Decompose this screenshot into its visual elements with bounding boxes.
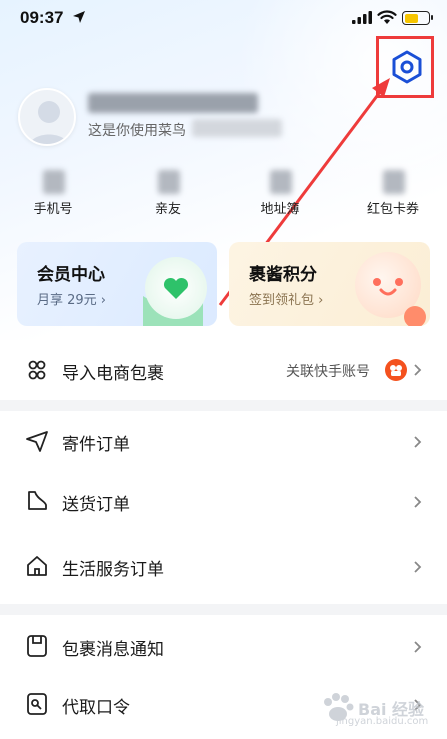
- points-card[interactable]: 裹酱积分 签到领礼包 ›: [229, 242, 430, 326]
- import-ecommerce-row[interactable]: 导入电商包裹 关联快手账号: [0, 340, 447, 400]
- quick-action-label: 地址簿: [260, 202, 300, 217]
- battery-level: [404, 13, 419, 23]
- message-box-icon: [27, 635, 47, 657]
- blurred-icon: [383, 170, 405, 194]
- vip-center-card[interactable]: 会员中心 月享 29元 ›: [17, 242, 217, 326]
- cellular-signal-icon: [352, 11, 372, 24]
- blurred-icon: [270, 170, 292, 194]
- points-card-title: 裹酱积分: [249, 265, 317, 285]
- chevron-right-icon: [414, 436, 422, 448]
- quick-action-label: 手机号: [33, 202, 73, 217]
- import-label: 导入电商包裹: [62, 364, 164, 384]
- quick-action-label: 亲友: [154, 202, 181, 217]
- list-item-delivery-orders[interactable]: 送货订单: [0, 471, 447, 531]
- boot-icon: [28, 491, 47, 510]
- paper-plane-icon: [26, 431, 48, 452]
- baidu-watermark: Bai 经验 jingyan.baidu.com: [318, 690, 438, 730]
- avatar[interactable]: [18, 88, 76, 146]
- list-item-label: 生活服务订单: [62, 560, 164, 580]
- heart-icon: [145, 257, 207, 319]
- list-item-life-service-orders[interactable]: 生活服务订单: [0, 536, 447, 596]
- list-item-label: 包裹消息通知: [62, 640, 164, 660]
- status-time: 09:37: [20, 8, 64, 27]
- link-kuaishou-text: 关联快手账号: [286, 364, 370, 380]
- settings-gear-icon[interactable]: [390, 50, 424, 84]
- quick-action-phone[interactable]: 手机号: [3, 168, 103, 218]
- profile-subtitle: 这是你使用菜鸟: [88, 123, 186, 139]
- vip-card-title: 会员中心: [37, 265, 105, 285]
- quick-action-label: 红包卡券: [366, 202, 419, 217]
- wifi-icon: [377, 10, 397, 24]
- quick-action-address-book[interactable]: 地址簿: [230, 168, 330, 218]
- list-item-label: 送货订单: [62, 495, 130, 515]
- key-box-icon: [27, 693, 47, 715]
- list-item-label: 代取口令: [62, 698, 130, 718]
- status-bar: 09:37: [0, 0, 447, 40]
- kuaishou-icon: [385, 359, 407, 381]
- list-item-send-orders[interactable]: 寄件订单: [0, 411, 447, 471]
- page: 09:37 这是你使用菜鸟 手机号 亲友 地址簿 红包卡券 会员中心 月享 29…: [0, 0, 447, 739]
- quick-action-coupons[interactable]: 红包卡券: [343, 168, 443, 218]
- battery-icon: [402, 11, 433, 25]
- people-icon: [28, 360, 46, 380]
- vip-card-subtitle: 月享 29元 ›: [37, 293, 107, 308]
- points-card-subtitle: 签到领礼包 ›: [249, 293, 324, 308]
- chevron-right-icon: [414, 364, 422, 376]
- list-item-label: 寄件订单: [62, 435, 130, 455]
- orders-section: 寄件订单 送货订单 生活服务订单: [0, 411, 447, 604]
- chevron-right-icon: [414, 561, 422, 573]
- mascot-ball: [404, 306, 426, 326]
- location-arrow-icon: [73, 11, 85, 23]
- quick-action-family[interactable]: 亲友: [118, 168, 218, 218]
- list-item-package-notifications[interactable]: 包裹消息通知: [0, 615, 447, 675]
- home-icon: [27, 556, 47, 576]
- blurred-icon: [43, 170, 65, 194]
- chevron-right-icon: [414, 496, 422, 508]
- profile-name-blurred: [88, 93, 258, 113]
- chevron-right-icon: [414, 641, 422, 653]
- profile-subtitle-blurred: [192, 119, 282, 137]
- blurred-icon: [158, 170, 180, 194]
- watermark-url: jingyan.baidu.com: [336, 716, 429, 727]
